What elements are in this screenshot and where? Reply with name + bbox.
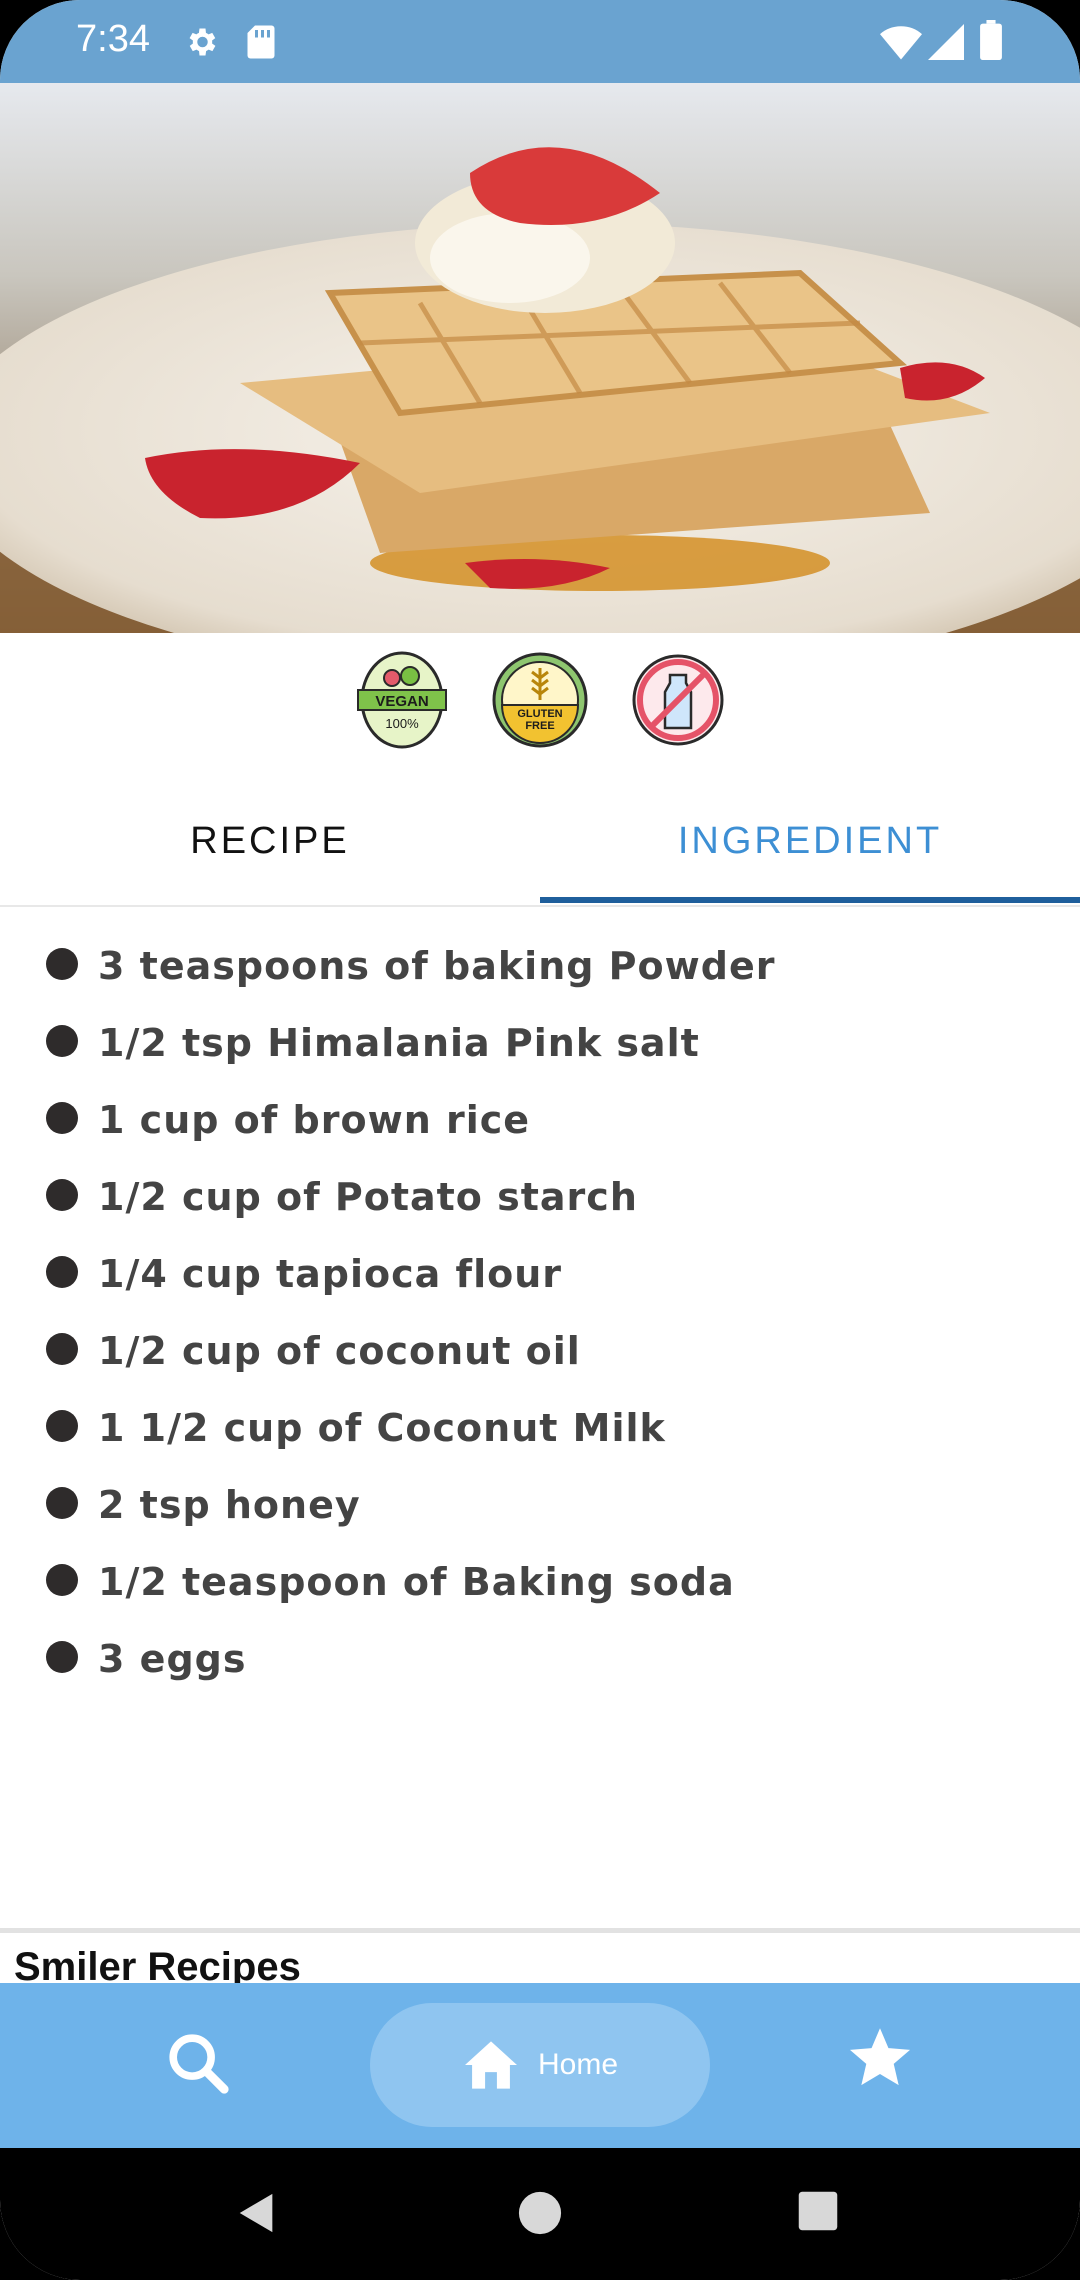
back-icon[interactable] [234, 2190, 280, 2236]
bullet-icon [46, 1641, 78, 1673]
app-screen: 7:34 VEGAN 100% GLUTEN FREE RECIPE INGRE… [0, 0, 1080, 2280]
tab-selected-indicator [540, 897, 1080, 903]
home-circle-icon[interactable] [517, 2190, 563, 2236]
recipe-tabs: RECIPE INGREDIENT [0, 780, 1080, 907]
ingredient-text: 1/2 tsp Himalania Pink salt [98, 1021, 700, 1065]
list-item: 1/2 cup of Potato starch [0, 1161, 1080, 1238]
ingredient-text: 1 cup of brown rice [98, 1098, 531, 1142]
svg-text:GLUTEN: GLUTEN [517, 708, 562, 720]
ingredient-text: 1 1/2 cup of Coconut Milk [98, 1406, 666, 1450]
waffle-illustration [0, 83, 1080, 633]
list-item: 1/2 cup of coconut oil [0, 1315, 1080, 1392]
bullet-icon [46, 1025, 78, 1057]
ingredient-list: 3 teaspoons of baking Powder 1/2 tsp Him… [0, 930, 1080, 1700]
svg-text:VEGAN: VEGAN [375, 693, 428, 710]
list-item: 1 cup of brown rice [0, 1084, 1080, 1161]
bullet-icon [46, 1410, 78, 1442]
gear-icon [189, 28, 216, 56]
ingredient-text: 1/2 cup of coconut oil [98, 1329, 581, 1373]
bullet-icon [46, 1102, 78, 1134]
star-icon[interactable] [845, 2023, 915, 2093]
bottom-navigation: Home [0, 1983, 1080, 2148]
svg-text:100%: 100% [385, 716, 419, 731]
bullet-icon [46, 1179, 78, 1211]
bullet-icon [46, 948, 78, 980]
tab-recipe[interactable]: RECIPE [0, 780, 540, 903]
list-item: 1 1/2 cup of Coconut Milk [0, 1392, 1080, 1469]
bullet-icon [46, 1333, 78, 1365]
ingredient-text: 1/2 cup of Potato starch [98, 1175, 638, 1219]
wifi-icon [880, 26, 922, 60]
home-nav-label: Home [537, 2048, 619, 2081]
recipe-hero-image [0, 83, 1080, 633]
bullet-icon [46, 1564, 78, 1596]
sd-card-icon [247, 25, 275, 59]
ingredient-text: 1/2 teaspoon of Baking soda [98, 1560, 735, 1604]
list-item: 3 eggs [0, 1623, 1080, 1700]
recents-icon[interactable] [797, 2190, 839, 2232]
bullet-icon [46, 1487, 78, 1519]
ingredient-text: 3 eggs [98, 1637, 247, 1681]
gluten-free-badge-icon: GLUTEN FREE [492, 652, 588, 748]
dairy-free-badge-icon [632, 654, 724, 746]
list-item: 3 teaspoons of baking Powder [0, 930, 1080, 1007]
list-item: 1/2 tsp Himalania Pink salt [0, 1007, 1080, 1084]
system-navigation-bar [0, 2148, 1080, 2280]
list-item: 1/4 cup tapioca flour [0, 1238, 1080, 1315]
ingredient-text: 2 tsp honey [98, 1483, 361, 1527]
vegan-badge-icon: VEGAN 100% [357, 651, 447, 749]
ingredient-text: 3 teaspoons of baking Powder [98, 944, 776, 988]
battery-icon [980, 20, 1002, 60]
ingredient-text: 1/4 cup tapioca flour [98, 1252, 562, 1296]
svg-text:FREE: FREE [525, 720, 554, 732]
list-item: 2 tsp honey [0, 1469, 1080, 1546]
search-icon[interactable] [163, 2028, 233, 2098]
signal-icon [928, 24, 964, 60]
section-divider [0, 1928, 1080, 1933]
status-time: 7:34 [76, 18, 150, 60]
status-bar: 7:34 [0, 0, 1080, 83]
list-item: 1/2 teaspoon of Baking soda [0, 1546, 1080, 1623]
bullet-icon [46, 1256, 78, 1288]
home-icon [464, 2041, 517, 2089]
home-nav-button[interactable]: Home [370, 2003, 710, 2127]
diet-badges: VEGAN 100% GLUTEN FREE [0, 650, 1080, 750]
tab-ingredient[interactable]: INGREDIENT [540, 780, 1080, 903]
